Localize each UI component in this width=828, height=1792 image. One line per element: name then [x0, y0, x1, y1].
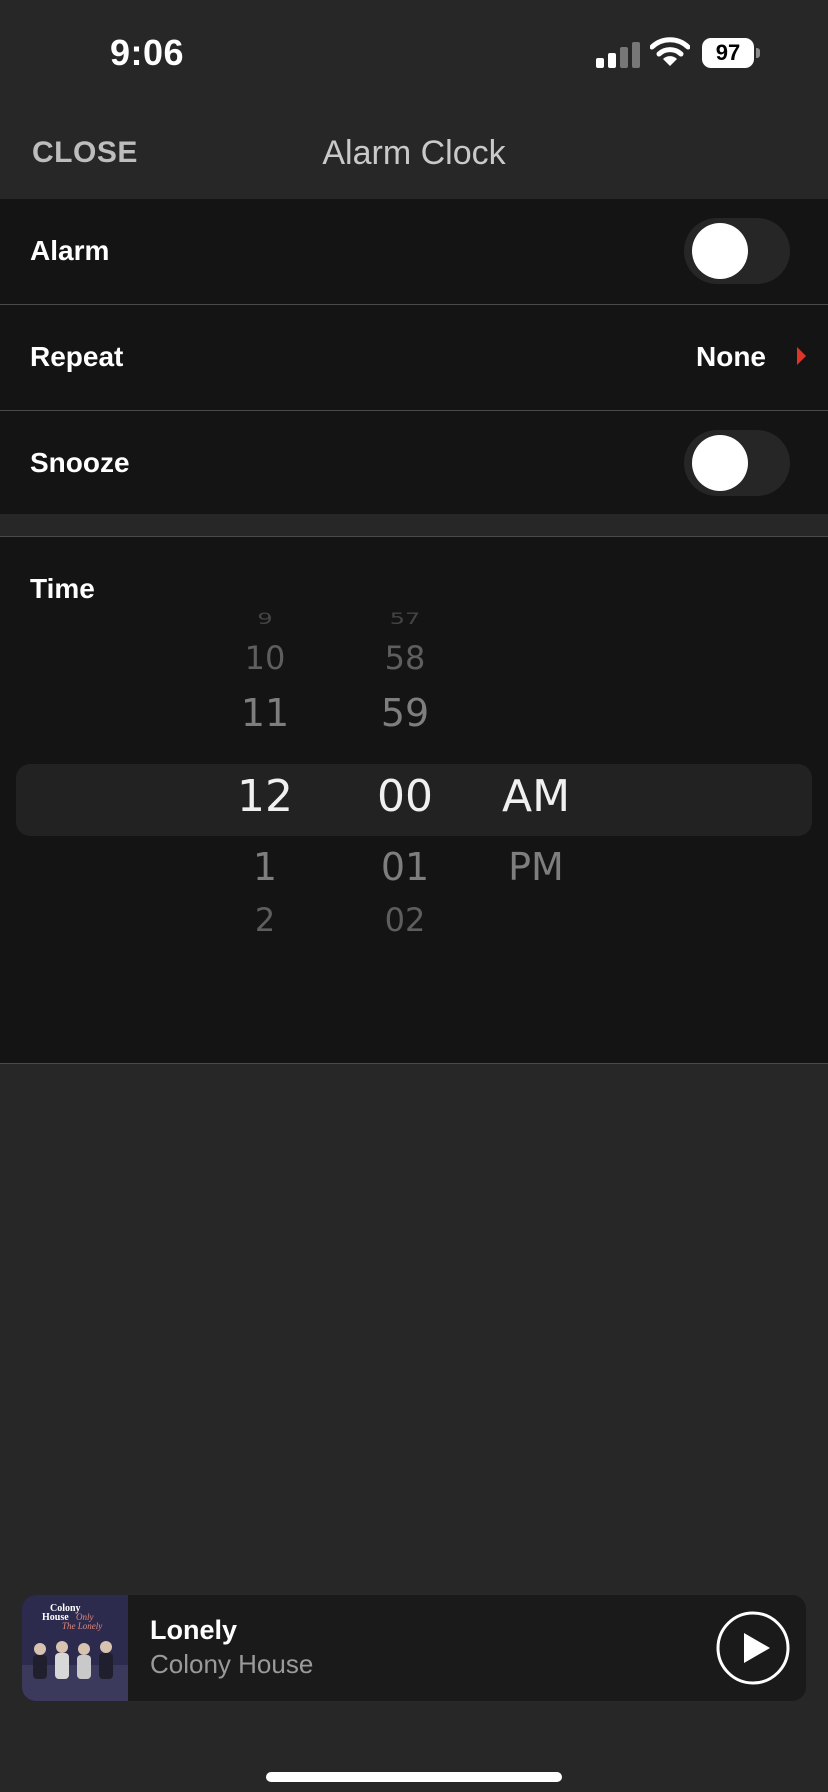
snooze-row: Snooze [0, 411, 828, 517]
nav-bar: CLOSE Alarm Clock [0, 110, 828, 198]
picker-value: 10 [244, 639, 286, 677]
album-art: Colony House Only The Lonely [22, 1595, 128, 1701]
battery-tip [756, 48, 760, 58]
section-separator [0, 514, 828, 537]
picker-value: 58 [384, 639, 426, 677]
home-indicator[interactable] [266, 1772, 562, 1782]
picker-value: 59 [380, 691, 430, 735]
selected-period: AM [501, 771, 571, 822]
toggle-knob [692, 223, 748, 279]
alarm-label: Alarm [30, 235, 110, 266]
snooze-label: Snooze [30, 447, 130, 478]
picker-value: 57 [389, 609, 421, 629]
hour-wheel[interactable]: 9 10 11 12 1 2 3 [205, 607, 325, 939]
battery-icon: 97 [702, 38, 760, 70]
selected-hour: 12 [237, 771, 293, 822]
page-title: Alarm Clock [322, 134, 506, 172]
repeat-label: Repeat [30, 341, 124, 372]
time-section: Time 9 10 11 12 1 2 3 57 58 59 00 01 02 … [0, 537, 828, 1064]
picker-value: 1 [252, 845, 278, 889]
picker-value: 01 [380, 845, 430, 889]
minute-wheel[interactable]: 57 58 59 00 01 02 03 [345, 607, 465, 939]
track-title: Lonely [150, 1615, 238, 1645]
snooze-toggle[interactable] [684, 430, 790, 496]
toggle-knob [692, 435, 748, 491]
alarm-row: Alarm [0, 199, 828, 305]
picker-value: PM [508, 845, 564, 889]
play-icon[interactable] [716, 1611, 790, 1685]
status-time: 9:06 [110, 32, 185, 73]
alarm-toggle[interactable] [684, 218, 790, 284]
album-art-text: The Lonely [62, 1621, 102, 1631]
repeat-value: None [696, 341, 766, 372]
track-artist: Colony House [150, 1649, 314, 1679]
period-wheel[interactable]: AM PM [476, 607, 596, 937]
selected-minute: 00 [377, 771, 433, 822]
picker-value: 2 [254, 901, 276, 939]
mini-player[interactable]: Colony House Only The Lonely Lonely Colo… [22, 1595, 806, 1701]
status-bar: 9:06 97 [0, 0, 828, 100]
picker-value: 11 [240, 691, 290, 735]
picker-value: 02 [384, 901, 426, 939]
alarm-settings: Alarm Repeat None Snooze [0, 199, 828, 517]
picker-value: 9 [257, 609, 273, 629]
time-label: Time [30, 573, 95, 604]
battery-level: 97 [702, 38, 754, 68]
signal-icon [596, 42, 640, 68]
time-picker: 9 10 11 12 1 2 3 57 58 59 00 01 02 03 AM… [0, 607, 828, 939]
repeat-row[interactable]: Repeat None [0, 305, 828, 411]
chevron-right-icon [797, 347, 806, 365]
wifi-icon [650, 37, 690, 66]
